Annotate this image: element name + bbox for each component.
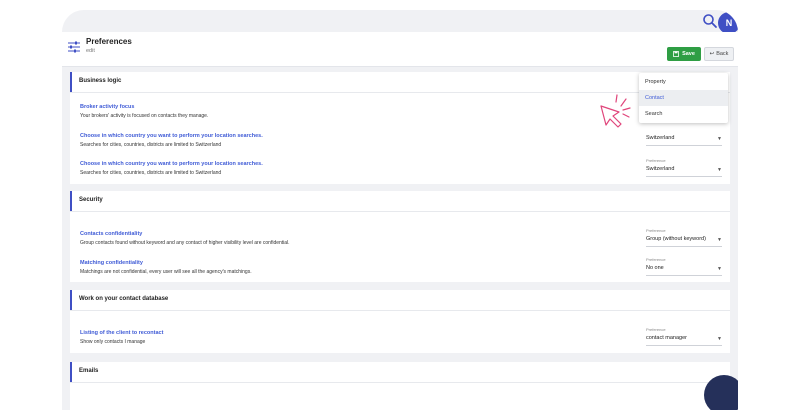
page-subtitle: edit — [86, 48, 95, 54]
setting-location-country-1: Choose in which country you want to perf… — [70, 133, 730, 157]
click-pointer-icon — [600, 94, 631, 128]
section-business-logic: Business logic Broker activity focus You… — [70, 72, 730, 184]
setting-title: Contacts confidentiality — [80, 231, 143, 237]
section-title: Business logic — [79, 78, 122, 84]
setting-matching-confidentiality: Matching confidentiality Matchings are n… — [70, 257, 730, 284]
chevron-down-icon: ▼ — [717, 167, 722, 173]
preference-label: Preference — [646, 327, 666, 332]
divider — [70, 382, 730, 383]
setting-description: Matchings are not confidential, every us… — [80, 269, 252, 275]
section-header: Emails — [70, 362, 730, 382]
back-label: Back — [716, 51, 729, 57]
preference-value: Switzerland — [646, 166, 675, 172]
setting-client-recontact: Listing of the client to recontact Show … — [70, 327, 730, 354]
save-icon — [673, 51, 679, 57]
preference-select[interactable]: contact manager ▼ — [646, 334, 722, 346]
save-label: Save — [682, 51, 695, 57]
section-header: Business logic — [70, 72, 730, 92]
setting-description: Searches for cities, countries, district… — [80, 170, 222, 176]
preference-select[interactable]: Group (without keyword) ▼ — [646, 235, 722, 247]
divider — [70, 211, 730, 212]
top-bar: N — [62, 10, 738, 34]
setting-title: Broker activity focus — [80, 104, 135, 110]
section-security: Security Contacts confidentiality Group … — [70, 191, 730, 282]
section-title: Security — [79, 197, 103, 203]
setting-description: Your brokers' activity is focused on con… — [80, 113, 209, 119]
chevron-down-icon: ▼ — [717, 336, 722, 342]
setting-title: Choose in which country you want to perf… — [80, 161, 263, 167]
page-header: Preferences edit Save ↩ Back — [62, 32, 738, 67]
section-emails: Emails — [70, 362, 730, 410]
dropdown-option-contact[interactable]: Contact — [639, 90, 728, 106]
section-header: Work on your contact database — [70, 290, 730, 310]
back-button[interactable]: ↩ Back — [704, 47, 734, 61]
back-arrow-icon: ↩ — [709, 51, 715, 57]
section-contact-database: Work on your contact database Listing of… — [70, 290, 730, 353]
floating-action-button[interactable] — [704, 375, 738, 410]
preference-select[interactable]: Switzerland ▼ — [646, 134, 722, 146]
app-window: N Preferences edit Save ↩ Back Business … — [62, 10, 738, 410]
sliders-icon — [68, 41, 80, 53]
save-button[interactable]: Save — [667, 47, 701, 61]
chevron-down-icon: ▼ — [717, 136, 722, 142]
setting-description: Group contacts found without keyword and… — [80, 240, 290, 246]
setting-contacts-confidentiality: Contacts confidentiality Group contacts … — [70, 228, 730, 255]
section-title: Emails — [79, 368, 99, 374]
chevron-down-icon: ▼ — [717, 266, 722, 272]
preference-select[interactable]: Switzerland ▼ — [646, 165, 722, 177]
dropdown-option-search[interactable]: Search — [639, 106, 728, 122]
divider — [70, 310, 730, 311]
dropdown-option-property[interactable]: Property — [639, 74, 728, 90]
preference-select[interactable]: No one ▼ — [646, 264, 722, 276]
setting-description: Show only contacts I manage — [80, 339, 146, 345]
avatar[interactable]: N — [718, 12, 738, 34]
preference-label: Preference — [646, 257, 666, 262]
setting-title: Choose in which country you want to perf… — [80, 133, 263, 139]
setting-title: Matching confidentiality — [80, 260, 143, 266]
preference-value: contact manager — [646, 335, 687, 341]
setting-title: Listing of the client to recontact — [80, 330, 164, 336]
search-icon[interactable] — [702, 13, 718, 29]
preference-value: Switzerland — [646, 135, 675, 141]
preference-value: No one — [646, 265, 664, 271]
page-title: Preferences — [86, 37, 132, 46]
chevron-down-icon: ▼ — [717, 237, 722, 243]
preference-label: Preference — [646, 228, 666, 233]
preference-value: Group (without keyword) — [646, 236, 706, 242]
preference-label: Preference — [646, 158, 666, 163]
setting-description: Searches for cities, countries, district… — [80, 142, 222, 148]
section-header: Security — [70, 191, 730, 211]
section-title: Work on your contact database — [79, 296, 169, 302]
setting-location-country-2: Choose in which country you want to perf… — [70, 158, 730, 185]
preference-dropdown-menu: Property Contact Search — [639, 73, 728, 123]
